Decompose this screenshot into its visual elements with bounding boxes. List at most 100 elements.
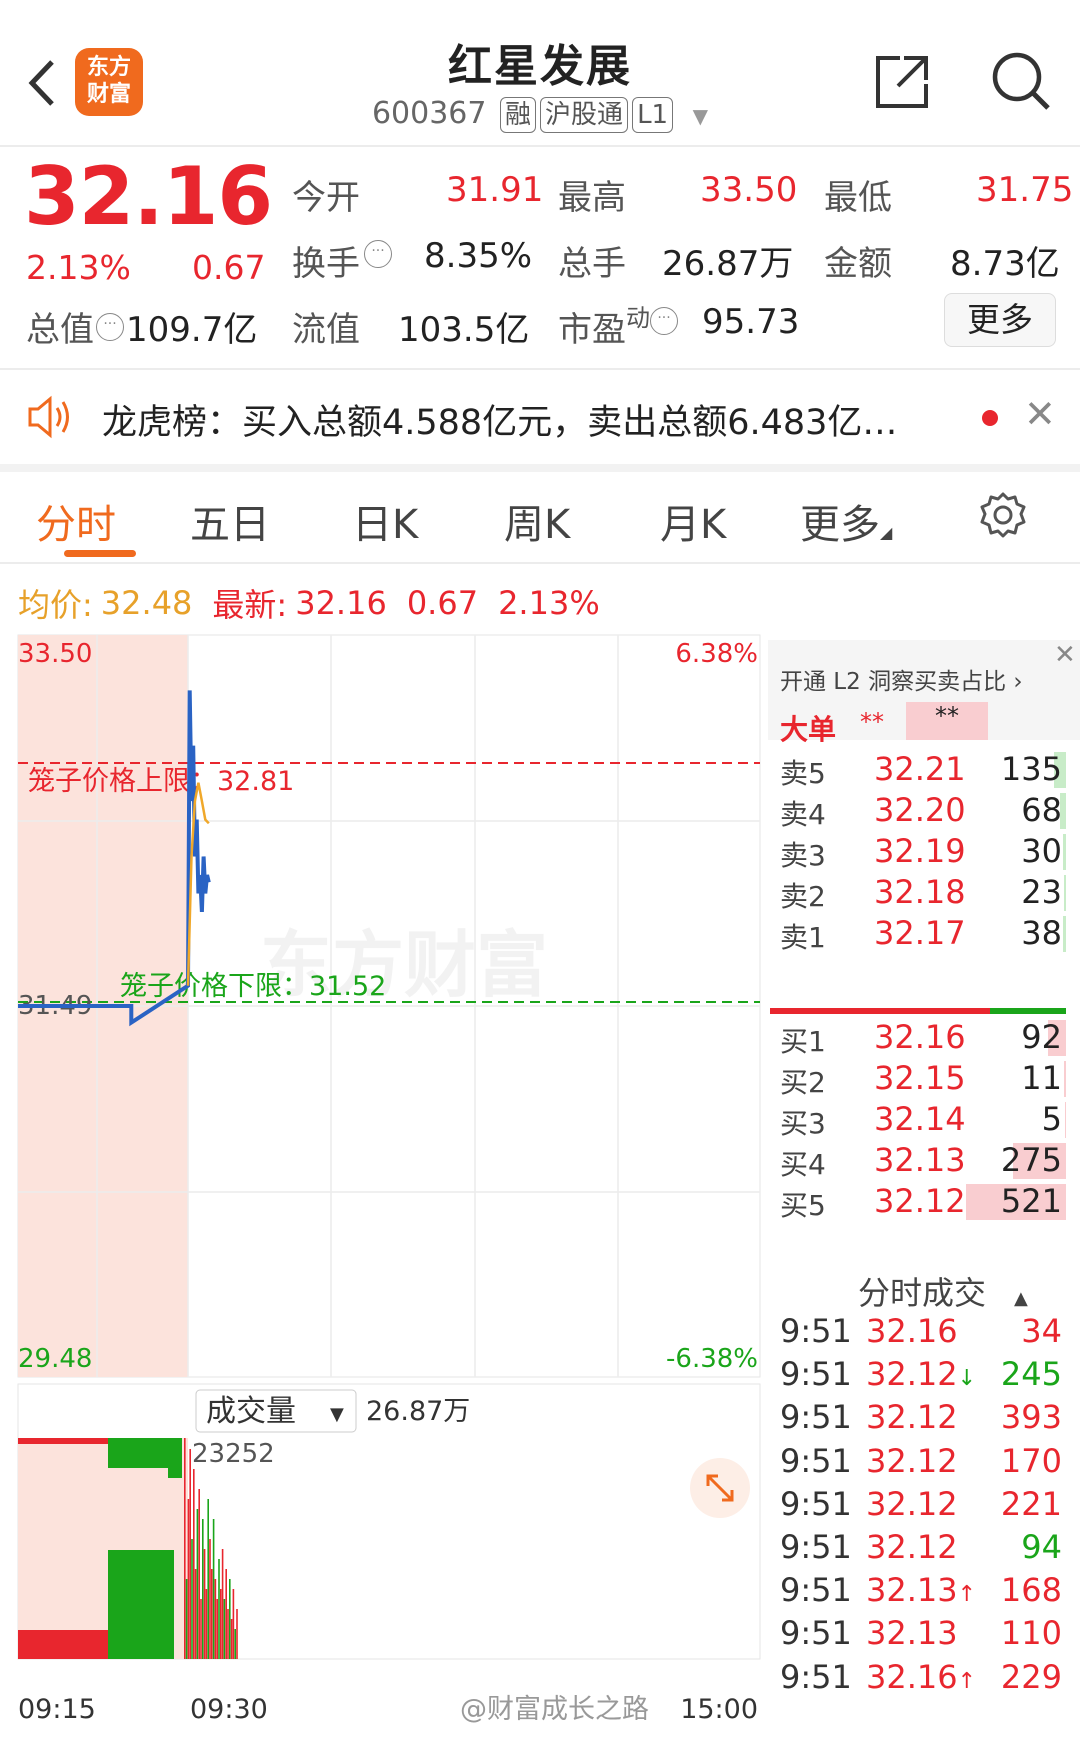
order-row[interactable]: 买5 32.12 521 [768,1182,1068,1222]
close-icon[interactable]: ✕ [1024,392,1056,436]
speaker-icon [26,394,74,444]
value: 109.7亿 [126,310,258,350]
volume-selector-label: 成交量 [206,1394,296,1429]
order-price: 32.20 [874,791,966,829]
big-order-value-2: ** [906,702,988,740]
label: 总值 [26,310,94,350]
trade-price: 32.16↑ [866,1658,976,1696]
amount-value: 8.73亿 [950,244,1060,284]
pe-label: 市盈 [558,310,626,350]
order-row[interactable]: 买4 32.13 275 [768,1141,1068,1181]
volume-bar [236,1609,238,1659]
order-row[interactable]: 卖2 32.18 23 [768,873,1068,913]
tab-more[interactable]: 更多◢ [800,492,892,550]
trade-volume: 393 [1000,1398,1062,1437]
tab-weekly-k[interactable]: 周K [504,492,570,550]
info-icon[interactable]: ··· [650,306,678,335]
trade-price: 32.13 [866,1614,958,1652]
order-row[interactable]: 卖1 32.17 38 [768,914,1068,954]
y-bottom-label: 29.48 [18,1344,92,1374]
volume-bar [184,1438,186,1659]
open-label: 今开 [292,178,360,218]
volume-bar [212,1519,215,1659]
trade-row: 9:51 32.16 34 [768,1312,1068,1354]
more-button[interactable]: 更多 [944,293,1056,347]
high-label: 最高 [558,178,626,218]
volume-bar [202,1519,204,1659]
volume-peak-label: 23252 [192,1439,275,1469]
order-level: 卖2 [780,880,826,913]
volume-bar [1063,834,1066,870]
volume-bar [187,1499,190,1659]
unread-dot [982,410,998,426]
latest-change: 0.67 [406,584,479,622]
tab-intraday[interactable]: 分时 [36,492,116,550]
x-mid-label: 09:30 [190,1694,268,1725]
volume-bar [229,1579,231,1659]
volume-bar [185,1579,188,1659]
trade-row: 9:51 32.13↑ 168 [768,1571,1068,1613]
l2-promo[interactable]: 开通 L2 洞察买卖占比 › ✕ 大单 ** ** [768,640,1080,746]
volume-bar [230,1619,233,1659]
order-volume: 135 [1000,750,1062,788]
avg-label: 均价: [18,586,93,624]
trade-time: 9:51 [780,1441,852,1480]
info-icon[interactable]: ··· [96,312,124,341]
turnover-label: 换手 [292,244,360,284]
share-icon[interactable] [872,52,932,116]
order-price: 32.18 [874,873,966,911]
trade-volume: 110 [1000,1614,1062,1653]
settings-gear-icon[interactable] [978,490,1028,544]
volume-bar [191,1539,193,1659]
trade-price: 32.12 [866,1398,958,1436]
order-row[interactable]: 卖5 32.21 135 [768,750,1068,790]
top-bar: 东方 财富 红星发展 600367 融沪股通 L1 ▼ [0,0,1080,147]
order-price: 32.14 [874,1100,966,1138]
trade-price-value: 32.13 [866,1571,958,1610]
tab-monthly-k[interactable]: 月K [660,492,726,550]
order-row[interactable]: 卖3 32.19 30 [768,832,1068,872]
l2-promo-text: 开通 L2 洞察买卖占比 › [780,669,1023,695]
trades-title[interactable]: 分时成交 ▲ [858,1268,1028,1314]
trade-price-value: 32.12 [866,1528,958,1566]
tag-level: L1 [632,97,674,133]
collapse-triangle-icon: ▲ [1014,1288,1028,1309]
order-row[interactable]: 卖4 32.20 68 [768,791,1068,831]
big-order-value: ** [860,708,884,736]
intraday-chart[interactable]: 东方财富 33.50 29.48 6.38% -6.38% 31.49 笼子价格… [0,630,762,1742]
order-level: 买2 [780,1066,826,1099]
order-row[interactable]: 买3 32.14 5 [768,1100,1068,1140]
stock-code: 600367 [371,96,487,131]
trade-row: 9:51 32.12 393 [768,1398,1068,1440]
order-price: 32.21 [874,750,966,788]
tab-five-day[interactable]: 五日 [190,492,270,550]
x-end-label: 15:00 [680,1694,758,1725]
volume-label: 总手 [558,244,626,284]
notice-text[interactable]: 龙虎榜：买入总额4.588亿元，卖出总额6.483亿… [102,394,897,445]
pe-value: 95.73 [702,302,800,342]
order-row[interactable]: 买2 32.15 11 [768,1059,1068,1099]
notice-bar[interactable]: 龙虎榜：买入总额4.588亿元，卖出总额6.483亿… ✕ [0,372,1080,462]
avg-value: 32.48 [100,584,193,622]
trade-price: 32.12↓ [866,1355,976,1393]
float-value: 103.5亿 [398,310,530,350]
order-volume: 5 [1041,1100,1062,1138]
turnover-value: 8.35% [424,236,533,276]
trade-price-value: 32.13 [866,1614,958,1653]
volume-total: 26.87万 [366,1396,470,1427]
current-price: 32.16 [24,150,273,243]
order-price: 32.17 [874,914,966,952]
search-icon[interactable] [990,50,1052,116]
trade-volume: 245 [1000,1355,1062,1394]
info-icon[interactable]: ··· [364,239,392,268]
order-price: 32.12 [874,1182,966,1220]
float-label: 流值 [292,310,360,350]
chevron-down-icon[interactable]: ▼ [693,104,708,128]
corner-triangle-icon: ◢ [880,523,893,542]
turnover-label-wrap: 换手 ··· [292,236,392,285]
y-top-label: 33.50 [18,639,92,669]
tab-daily-k[interactable]: 日K [352,492,418,550]
trade-row: 9:51 32.12 221 [768,1485,1068,1527]
close-icon[interactable]: ✕ [1054,640,1076,670]
order-row[interactable]: 买1 32.16 92 [768,1018,1068,1058]
